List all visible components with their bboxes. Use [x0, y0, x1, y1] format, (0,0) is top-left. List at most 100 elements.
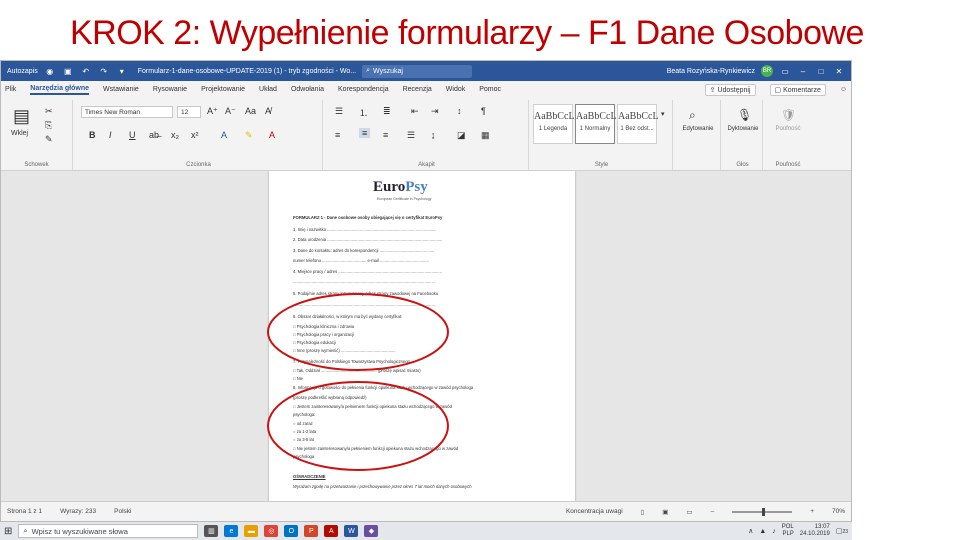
- align-center-icon[interactable]: ≡: [359, 128, 371, 138]
- comments-button[interactable]: ▢ Komentarze: [769, 83, 826, 96]
- underline-button[interactable]: U: [129, 130, 136, 140]
- tab-review[interactable]: Recenzja: [403, 86, 432, 93]
- task-view-icon[interactable]: ▥: [204, 525, 219, 537]
- focus-mode-button[interactable]: Koncentracja uwagi: [566, 508, 623, 515]
- user-name[interactable]: Beata Rozyńska-Rynkiewicz: [667, 68, 755, 75]
- cut-icon[interactable]: ✂: [45, 106, 53, 117]
- style-legend[interactable]: AaBbCcL 1 Legenda: [533, 104, 575, 144]
- smiley-icon[interactable]: ☺: [840, 86, 847, 93]
- windows-start-icon[interactable]: ⊞: [4, 526, 12, 537]
- paste-icon[interactable]: ▤: [13, 106, 30, 127]
- volume-icon[interactable]: ♪: [772, 528, 776, 535]
- edge-icon[interactable]: e: [224, 525, 239, 537]
- acrobat-icon[interactable]: A: [324, 525, 339, 537]
- taskbar-search[interactable]: ⌕ Wpisz tu wyszukiwane słowa: [18, 524, 199, 538]
- editing-label[interactable]: Edytowanie: [677, 126, 719, 132]
- grow-font-icon[interactable]: A⁺: [207, 106, 218, 117]
- decrease-indent-icon[interactable]: ⇤: [411, 106, 419, 117]
- autosave-label[interactable]: Autozapis: [7, 68, 38, 75]
- shrink-font-icon[interactable]: A⁻: [225, 106, 236, 117]
- tab-draw[interactable]: Rysowanie: [153, 86, 187, 93]
- zoom-out-icon[interactable]: –: [711, 508, 715, 515]
- styles-more-icon[interactable]: ▾: [661, 110, 665, 118]
- microphone-icon[interactable]: 🎙: [737, 108, 752, 122]
- zoom-slider[interactable]: [732, 507, 793, 516]
- tray-chevron-icon[interactable]: ∧: [748, 527, 753, 535]
- tab-view[interactable]: Widok: [446, 86, 465, 93]
- show-marks-icon[interactable]: ¶: [481, 106, 486, 116]
- style-normal[interactable]: AaBbCcL 1 Normalny: [575, 104, 617, 144]
- save-icon[interactable]: ▣: [62, 67, 74, 76]
- minimize-icon[interactable]: –: [797, 67, 809, 76]
- bullets-icon[interactable]: ☰: [335, 106, 343, 117]
- tab-layout[interactable]: Układ: [259, 86, 277, 93]
- document-canvas[interactable]: EuroPsy European Certificate in Psycholo…: [1, 171, 851, 501]
- search-box[interactable]: ⌕ Wyszukaj: [362, 64, 473, 78]
- ribbon-display-icon[interactable]: ▭: [779, 67, 791, 76]
- superscript-icon[interactable]: x²: [191, 130, 199, 140]
- clear-format-icon[interactable]: A̸: [265, 106, 271, 116]
- justify-icon[interactable]: ☰: [407, 130, 415, 141]
- dictate-label[interactable]: Dyktowanie: [725, 126, 761, 132]
- style-no-spacing[interactable]: AaBbCcL 1 Bez odst...: [617, 104, 659, 144]
- close-icon[interactable]: ✕: [833, 67, 845, 76]
- print-layout-icon[interactable]: ▣: [662, 508, 668, 516]
- paste-label[interactable]: Wklej: [11, 130, 28, 137]
- tab-file[interactable]: Plik: [5, 86, 16, 93]
- chrome-icon[interactable]: ◎: [264, 525, 279, 537]
- copy-icon[interactable]: ⎘: [45, 120, 52, 131]
- file-explorer-icon[interactable]: ▬: [244, 525, 259, 537]
- sensitivity-label[interactable]: Poufność: [767, 126, 809, 132]
- app-icon[interactable]: ◆: [364, 525, 379, 537]
- font-color-icon[interactable]: A: [269, 130, 275, 140]
- multilevel-list-icon[interactable]: ≣: [383, 106, 391, 117]
- customize-icon[interactable]: ▾: [116, 67, 128, 76]
- shading-icon[interactable]: ◪: [457, 130, 466, 141]
- zoom-in-icon[interactable]: +: [810, 508, 814, 515]
- language-status[interactable]: Polski: [114, 508, 131, 515]
- tab-mailings[interactable]: Korespondencja: [338, 86, 389, 93]
- subscript-icon[interactable]: x₂: [171, 130, 179, 140]
- undo-icon[interactable]: ↶: [80, 67, 92, 76]
- font-size-field[interactable]: 12: [177, 106, 201, 118]
- borders-icon[interactable]: ▦: [481, 130, 490, 141]
- align-right-icon[interactable]: ≡: [383, 130, 388, 140]
- tab-insert[interactable]: Wstawianie: [103, 86, 139, 93]
- bold-button[interactable]: B: [89, 130, 96, 140]
- tab-design[interactable]: Projektowanie: [201, 86, 245, 93]
- avatar[interactable]: BR: [761, 65, 773, 77]
- text-effects-icon[interactable]: A: [221, 130, 227, 140]
- strikethrough-icon[interactable]: ab̶: [149, 130, 159, 140]
- clock[interactable]: 13:07 24.10.2019: [800, 524, 830, 538]
- share-button[interactable]: ⇪ Udostępnij: [704, 83, 756, 96]
- language-indicator[interactable]: POL PLP: [782, 524, 794, 538]
- line-spacing-icon[interactable]: ↨: [431, 130, 436, 140]
- change-case-icon[interactable]: Aa: [245, 106, 256, 116]
- outlook-icon[interactable]: O: [284, 525, 299, 537]
- tab-help[interactable]: Pomoc: [479, 86, 501, 93]
- document-page[interactable]: EuroPsy European Certificate in Psycholo…: [269, 171, 575, 501]
- align-left-icon[interactable]: ≡: [335, 130, 340, 140]
- autosave-toggle-icon[interactable]: ◉: [44, 67, 56, 76]
- word-count[interactable]: Wyrazy: 233: [60, 508, 96, 515]
- read-mode-icon[interactable]: ▯: [641, 508, 645, 516]
- italic-button[interactable]: I: [109, 130, 112, 140]
- increase-indent-icon[interactable]: ⇥: [431, 106, 439, 117]
- search-icon[interactable]: ⌕: [689, 108, 696, 123]
- tab-references[interactable]: Odwołania: [291, 86, 324, 93]
- redo-icon[interactable]: ↷: [98, 67, 110, 76]
- zoom-slider-knob[interactable]: [762, 507, 766, 516]
- numbering-icon[interactable]: ⒈: [359, 106, 368, 119]
- network-icon[interactable]: ▲: [759, 528, 766, 535]
- page-count[interactable]: Strona 1 z 1: [7, 508, 42, 515]
- word-icon[interactable]: W: [344, 525, 359, 537]
- font-name-field[interactable]: Times New Roman: [81, 106, 173, 118]
- highlight-icon[interactable]: ✎: [245, 130, 253, 141]
- zoom-level[interactable]: 70%: [832, 508, 845, 515]
- maximize-icon[interactable]: □: [815, 67, 827, 76]
- powerpoint-icon[interactable]: P: [304, 525, 319, 537]
- tab-home[interactable]: Narzędzia główne: [30, 85, 90, 95]
- format-painter-icon[interactable]: ✎: [45, 134, 53, 145]
- web-layout-icon[interactable]: ▭: [686, 508, 692, 516]
- notification-icon[interactable]: ▢23: [836, 527, 848, 535]
